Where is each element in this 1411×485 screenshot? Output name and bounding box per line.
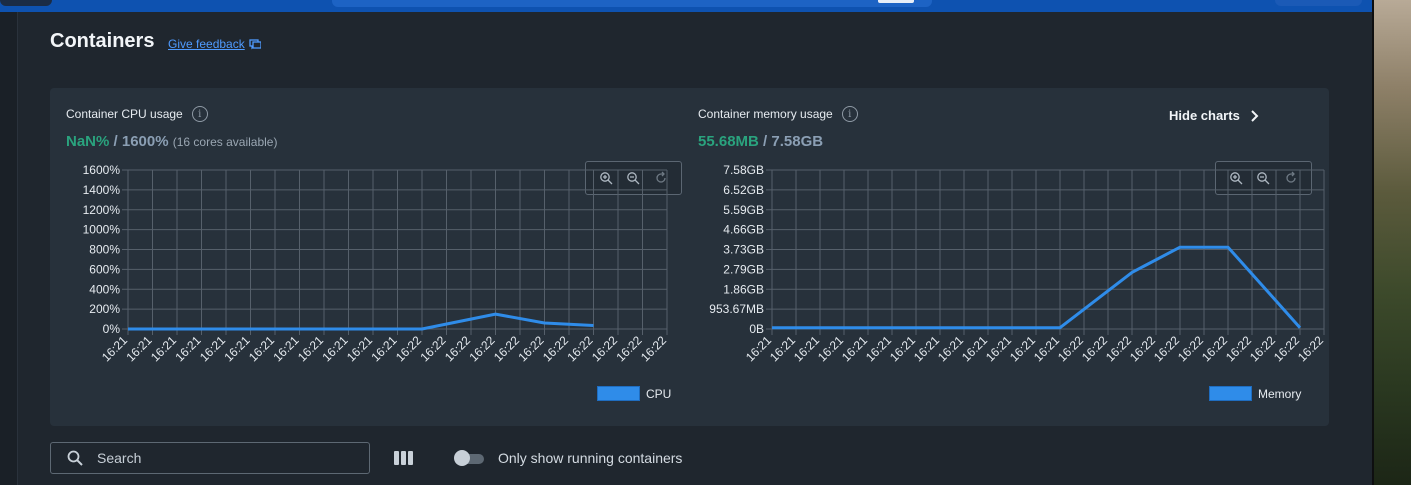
- cpu-ytick-label: 1400%: [83, 183, 121, 197]
- memory-xtick-label: 16:21: [983, 333, 1014, 364]
- search-icon: [67, 450, 83, 466]
- memory-xtick-label: 16:21: [839, 333, 870, 364]
- cpu-ytick-label: 800%: [89, 243, 120, 257]
- cpu-xtick-label: 16:21: [123, 333, 154, 364]
- memory-xtick-label: 16:21: [863, 333, 894, 364]
- memory-xtick-label: 16:22: [1055, 333, 1086, 364]
- give-feedback-label: Give feedback: [168, 37, 245, 51]
- cpu-xtick-label: 16:22: [540, 333, 571, 364]
- cpu-usage-chart: 0% 200% 400% 600% 800% 1000% 1200% 1400% 1600% 16…: [83, 163, 670, 364]
- memory-ytick-label: 6.52GB: [723, 183, 764, 197]
- cpu-xtick-label: 16:22: [417, 333, 448, 364]
- memory-xtick-label: 16:21: [1031, 333, 1062, 364]
- cpu-xtick-label: 16:22: [613, 333, 644, 364]
- memory-ytick-label: 0B: [749, 322, 764, 336]
- cpu-ytick-label: 0%: [103, 322, 121, 336]
- memory-xtick-label: 16:22: [1175, 333, 1206, 364]
- cpu-xtick-label: 16:22: [638, 333, 669, 364]
- cpu-ytick-label: 1600%: [83, 163, 121, 177]
- memory-ytick-label: 3.73GB: [723, 243, 764, 257]
- search-input[interactable]: [97, 450, 337, 466]
- memory-ytick-label: 953.67MB: [709, 302, 764, 316]
- memory-xtick-label: 16:22: [1079, 333, 1110, 364]
- cpu-xtick-label: 16:21: [270, 333, 301, 364]
- memory-ytick-label: 5.59GB: [723, 203, 764, 217]
- cpu-legend-label: CPU: [646, 386, 672, 401]
- top-bar: [0, 0, 1372, 12]
- memory-legend[interactable]: Memory: [1209, 386, 1301, 401]
- cpu-ytick-label: 400%: [89, 282, 120, 296]
- cpu-xtick-label: 16:22: [491, 333, 522, 364]
- memory-ytick-label: 7.58GB: [723, 163, 764, 177]
- memory-xtick-label: 16:21: [887, 333, 918, 364]
- cpu-xtick-label: 16:21: [246, 333, 277, 364]
- cpu-ytick-label: 600%: [89, 262, 120, 276]
- memory-xtick-label: 16:21: [1007, 333, 1038, 364]
- memory-ytick-label: 2.79GB: [723, 262, 764, 276]
- cpu-xtick-label: 16:22: [515, 333, 546, 364]
- cpu-xtick-label: 16:21: [344, 333, 375, 364]
- memory-xtick-label: 16:21: [815, 333, 846, 364]
- memory-xtick-label: 16:22: [1199, 333, 1230, 364]
- cpu-xtick-label: 16:21: [368, 333, 399, 364]
- cpu-ytick-label: 1000%: [83, 223, 121, 237]
- memory-xtick-label: 16:22: [1151, 333, 1182, 364]
- cpu-xtick-label: 16:21: [172, 333, 203, 364]
- legend-swatch: [597, 386, 640, 401]
- cpu-xtick-label: 16:22: [442, 333, 473, 364]
- give-feedback-link[interactable]: Give feedback: [168, 37, 261, 51]
- memory-xtick-label: 16:21: [911, 333, 942, 364]
- hide-charts-label: Hide charts: [1169, 108, 1240, 123]
- toggle-knob: [454, 450, 470, 466]
- running-toggle-label: Only show running containers: [498, 450, 683, 466]
- top-bar-left-control[interactable]: [0, 0, 52, 6]
- cpu-xtick-label: 16:22: [466, 333, 497, 364]
- running-containers-toggle[interactable]: [454, 450, 484, 466]
- app-window: Containers Give feedback Container CPU u…: [0, 0, 1411, 485]
- cpu-xtick-label: 16:21: [148, 333, 179, 364]
- main-content: Containers Give feedback Container CPU u…: [18, 12, 1372, 485]
- cpu-xtick-label: 16:22: [564, 333, 595, 364]
- memory-xtick-label: 16:21: [959, 333, 990, 364]
- search-field[interactable]: [50, 442, 370, 474]
- memory-xtick-label: 16:22: [1127, 333, 1158, 364]
- memory-xtick-label: 16:22: [1247, 333, 1278, 364]
- cpu-xtick-label: 16:21: [197, 333, 228, 364]
- sidebar-edge: [0, 12, 18, 485]
- cpu-xtick-label: 16:21: [99, 333, 130, 364]
- memory-xtick-label: 16:22: [1295, 333, 1326, 364]
- memory-xtick-label: 16:21: [935, 333, 966, 364]
- memory-usage-chart: 0B 953.67MB 1.86GB 2.79GB 3.73GB 4.66GB 5.59GB…: [709, 163, 1326, 364]
- memory-xtick-label: 16:22: [1103, 333, 1134, 364]
- memory-xtick-label: 16:22: [1271, 333, 1302, 364]
- chevron-right-icon: [1251, 109, 1259, 122]
- legend-swatch: [1209, 386, 1252, 401]
- page-title: Containers: [50, 30, 155, 52]
- memory-xtick-label: 16:21: [791, 333, 822, 364]
- cpu-xtick-label: 16:21: [295, 333, 326, 364]
- cpu-series-line: [128, 312, 594, 331]
- search-shortcut-key: [878, 0, 914, 3]
- memory-ytick-label: 1.86GB: [723, 282, 764, 296]
- hide-charts-button[interactable]: Hide charts: [1169, 108, 1260, 123]
- cpu-ytick-label: 1200%: [83, 203, 121, 217]
- global-search-bar[interactable]: [332, 0, 932, 7]
- cpu-xtick-label: 16:22: [393, 333, 424, 364]
- feedback-icon: [249, 39, 261, 50]
- cpu-ytick-label: 200%: [89, 302, 120, 316]
- charts-panel: Container CPU usage i NaN% / 1600% (16 c…: [50, 88, 1329, 426]
- top-bar-right-control[interactable]: [1275, 0, 1362, 6]
- memory-xtick-label: 16:21: [767, 333, 798, 364]
- cpu-xtick-label: 16:21: [319, 333, 350, 364]
- memory-legend-label: Memory: [1258, 386, 1302, 401]
- memory-xtick-label: 16:21: [743, 333, 774, 364]
- desktop-wallpaper: [1372, 0, 1411, 485]
- memory-xtick-label: 16:22: [1223, 333, 1254, 364]
- columns-icon[interactable]: [394, 448, 416, 468]
- cpu-xtick-label: 16:21: [221, 333, 252, 364]
- cpu-xtick-label: 16:22: [589, 333, 620, 364]
- memory-ytick-label: 4.66GB: [723, 223, 764, 237]
- cpu-legend[interactable]: CPU: [597, 386, 671, 401]
